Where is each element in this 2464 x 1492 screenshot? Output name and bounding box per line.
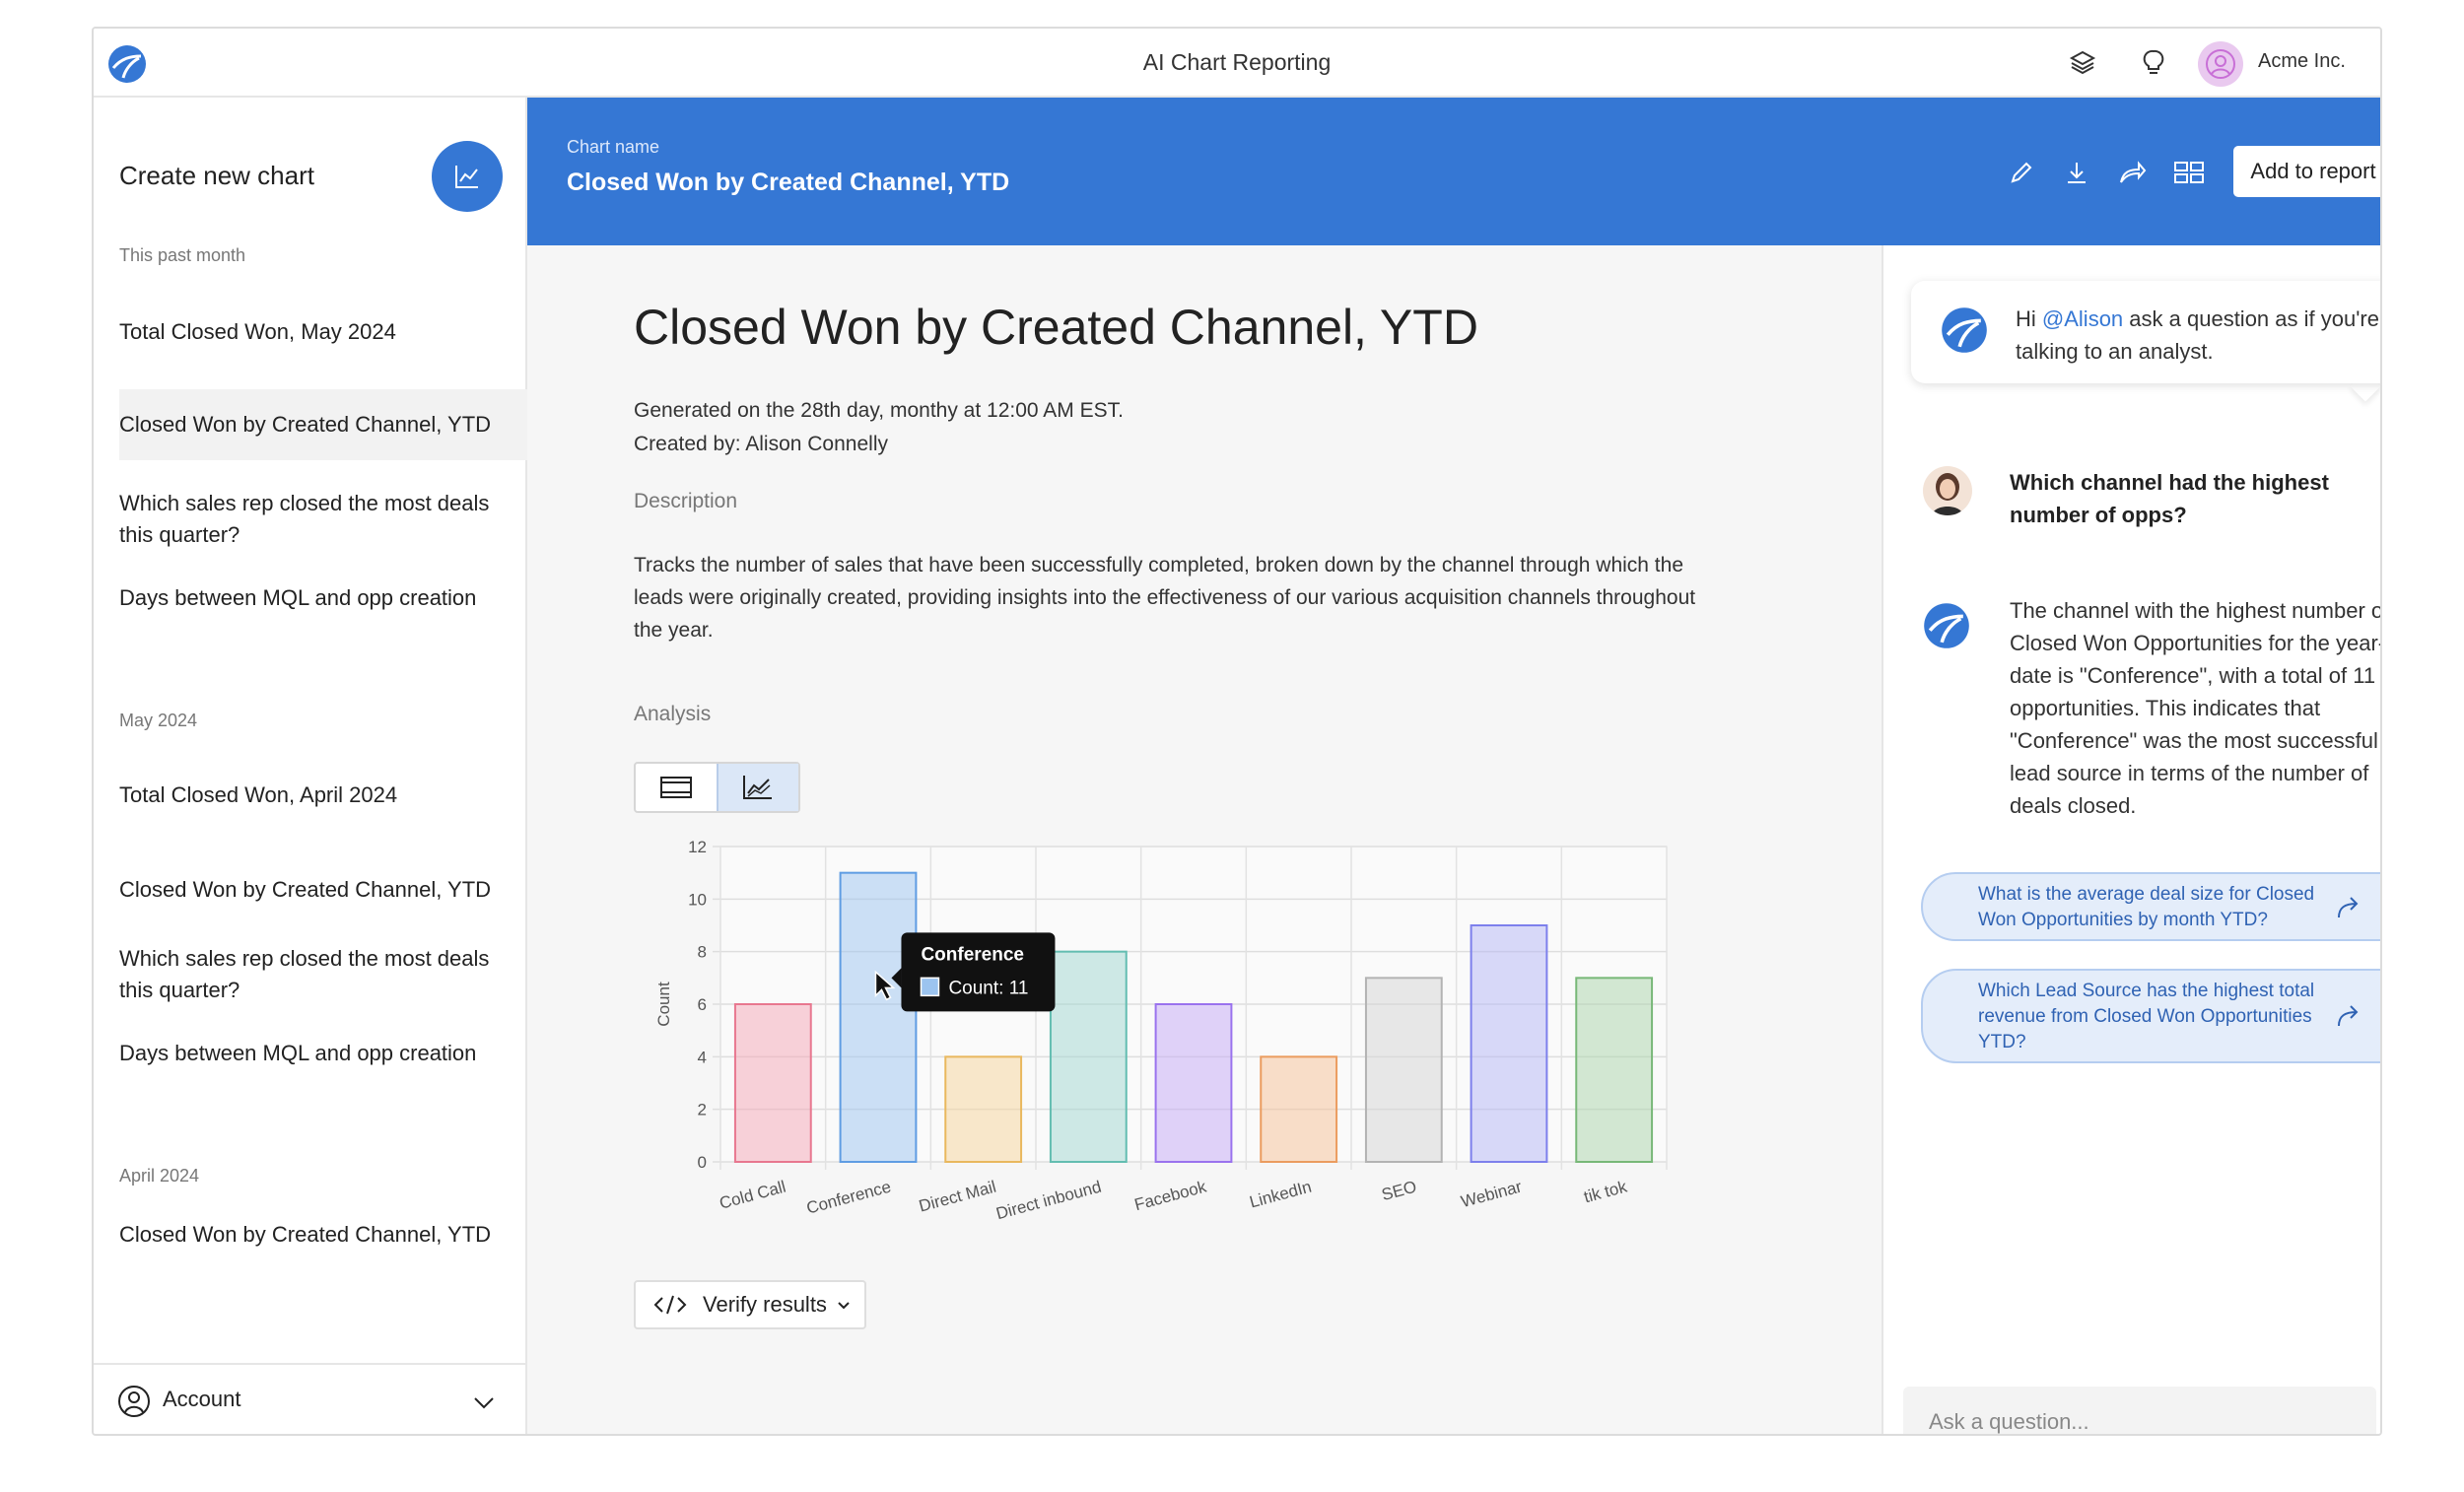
x-tick-label: Direct inbound — [994, 1178, 1104, 1224]
description-label: Description — [634, 490, 738, 512]
verify-results-button[interactable]: Verify results — [634, 1280, 866, 1329]
ask-question-input[interactable] — [1903, 1387, 2376, 1434]
sidebar-item[interactable]: Total Closed Won, May 2024 — [119, 316, 527, 348]
chat-panel: Hi @Alison ask a question as if you're t… — [1882, 245, 2382, 1434]
assistant-logo-icon — [1942, 307, 1987, 353]
tooltip-value: Count: 11 — [948, 978, 1028, 998]
x-tick-label: Conference — [804, 1178, 893, 1218]
chart-name-label: Chart name — [567, 137, 660, 157]
x-tick-label: Direct Mail — [917, 1178, 997, 1216]
top-bar: AI Chart Reporting Acme Inc. — [94, 29, 2380, 98]
bar[interactable] — [1575, 977, 1654, 1163]
share-icon[interactable] — [2112, 153, 2152, 192]
y-tick-label: 0 — [698, 1153, 707, 1172]
chart-icon — [455, 166, 478, 188]
section-label: This past month — [119, 245, 246, 265]
sidebar-item[interactable]: Total Closed Won, April 2024 — [119, 780, 527, 811]
account-label: Account — [163, 1387, 241, 1411]
description-text: Tracks the number of sales that have bee… — [634, 554, 1696, 642]
assistant-answer: The channel with the highest number of C… — [2010, 598, 2382, 818]
y-tick-label: 10 — [688, 890, 707, 909]
create-chart-button[interactable] — [432, 141, 503, 212]
suggested-question-text: What is the average deal size for Closed… — [1978, 884, 2315, 930]
y-tick-label: 4 — [698, 1048, 707, 1066]
x-tick-label: tik tok — [1582, 1177, 1629, 1206]
user-mention[interactable]: @Alison — [2042, 306, 2123, 331]
tooltip-title: Conference — [921, 944, 1024, 965]
view-toggle — [634, 762, 800, 813]
reply-arrow-icon — [2338, 1005, 2359, 1027]
y-axis-label: Count — [654, 982, 673, 1027]
bar[interactable] — [1154, 1003, 1233, 1163]
edit-icon[interactable] — [2002, 153, 2041, 192]
user-question: Which channel had the highest number of … — [2010, 470, 2329, 527]
x-tick-label: SEO — [1380, 1178, 1419, 1205]
x-tick-label: LinkedIn — [1248, 1178, 1314, 1212]
sidebar-item-active[interactable]: Closed Won by Created Channel, YTD — [119, 389, 527, 460]
x-tick-label: Cold Call — [718, 1178, 788, 1213]
sidebar-item[interactable]: Closed Won by Created Channel, YTD — [119, 874, 527, 906]
lightbulb-icon[interactable] — [2136, 44, 2171, 80]
y-tick-label: 8 — [698, 943, 707, 962]
layers-icon[interactable] — [2065, 44, 2100, 80]
add-to-report-button[interactable]: Add to report — [2233, 146, 2380, 197]
account-menu[interactable]: Account — [94, 1363, 527, 1434]
bar[interactable] — [839, 871, 918, 1164]
sidebar-item[interactable]: Closed Won by Created Channel, YTD — [119, 1219, 527, 1251]
y-tick-label: 2 — [698, 1101, 707, 1119]
app-title: AI Chart Reporting — [1142, 49, 1332, 75]
suggested-question[interactable]: Which Lead Source has the highest total … — [1921, 969, 2380, 1063]
chevron-down-icon — [474, 1397, 494, 1409]
bar[interactable] — [944, 1055, 1023, 1163]
bar[interactable] — [733, 1003, 812, 1163]
suggested-question-text: Which Lead Source has the highest total … — [1978, 981, 2315, 1052]
sidebar-item[interactable]: Days between MQL and opp creation — [119, 1038, 527, 1069]
chart-name[interactable]: Closed Won by Created Channel, YTD — [567, 169, 1009, 197]
bar[interactable] — [1260, 1055, 1338, 1163]
verify-results-label: Verify results — [703, 1292, 827, 1317]
table-view-toggle[interactable] — [636, 764, 717, 811]
chevron-down-icon — [838, 1302, 850, 1310]
greeting-text: Hi @Alison ask a question as if you're t… — [2016, 306, 2379, 364]
bar[interactable] — [1470, 924, 1548, 1163]
grid-view-icon[interactable] — [2169, 153, 2209, 192]
chart-view-toggle[interactable] — [716, 764, 798, 811]
created-by: Created by: Alison Connelly — [634, 433, 888, 455]
table-icon — [659, 777, 692, 798]
user-avatar — [1923, 466, 1972, 515]
analysis-label: Analysis — [634, 703, 712, 725]
greeting-bubble: Hi @Alison ask a question as if you're t… — [1911, 281, 2380, 383]
sidebar: Create new chart This past month Total C… — [94, 98, 527, 1434]
generated-info: Generated on the 28th day, monthy at 12:… — [634, 399, 1124, 422]
x-tick-label: Webinar — [1459, 1177, 1524, 1211]
user-circle-icon — [118, 1386, 150, 1417]
bar-chart: 0 2 4 6 8 10 12 Cold Call Conference Direct MailD… — [654, 838, 1668, 1224]
report-title: Closed Won by Created Channel, YTD — [634, 300, 1478, 355]
app-window: AI Chart Reporting Acme Inc. Create new … — [92, 27, 2382, 1436]
sidebar-item[interactable]: Days between MQL and opp creation — [119, 582, 527, 614]
chart-tooltip: Conference Count: 11 — [874, 932, 1056, 1012]
code-icon — [653, 1295, 687, 1315]
y-tick-label: 6 — [698, 995, 707, 1014]
assistant-logo-icon — [1924, 603, 1969, 648]
bar[interactable] — [1364, 977, 1443, 1163]
report-main: Closed Won by Created Channel, YTD Gener… — [527, 245, 1882, 1434]
chart-header: Chart name Closed Won by Created Channel… — [527, 98, 2380, 245]
x-tick-label: Facebook — [1132, 1177, 1209, 1214]
sidebar-item[interactable]: Which sales rep closed the most deals th… — [119, 943, 527, 1006]
y-tick-label: 12 — [688, 838, 707, 856]
user-avatar-top[interactable] — [2198, 41, 2243, 87]
line-chart-icon — [743, 776, 773, 799]
section-label: May 2024 — [119, 711, 198, 730]
create-chart-label: Create new chart — [119, 161, 314, 190]
suggested-question[interactable]: What is the average deal size for Closed… — [1921, 872, 2380, 941]
tooltip-swatch — [920, 977, 940, 997]
download-icon[interactable] — [2057, 153, 2096, 192]
sidebar-item[interactable]: Which sales rep closed the most deals th… — [119, 488, 527, 551]
section-label: April 2024 — [119, 1166, 200, 1186]
company-name[interactable]: Acme Inc. — [2258, 50, 2346, 73]
reply-arrow-icon — [2338, 897, 2359, 918]
bar[interactable] — [1049, 950, 1128, 1163]
